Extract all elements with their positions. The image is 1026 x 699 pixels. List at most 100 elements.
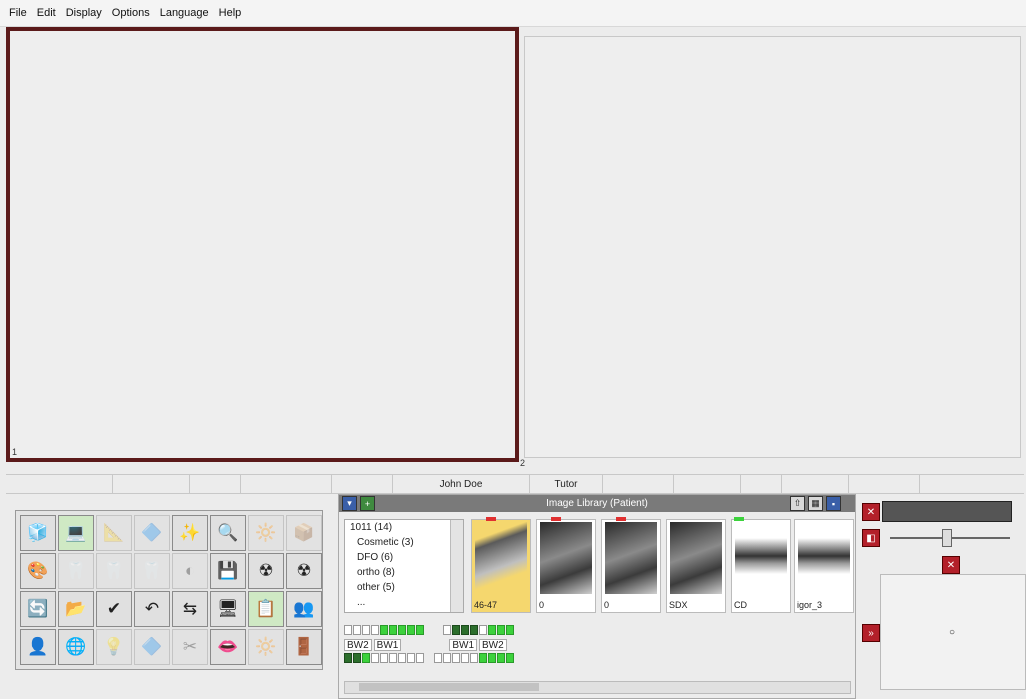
- menu-help[interactable]: Help: [214, 7, 247, 19]
- bite-wing-label: BW1: [449, 639, 478, 651]
- image-thumbnail[interactable]: CD: [731, 517, 791, 613]
- next-icon[interactable]: »: [862, 624, 880, 642]
- users-icon[interactable]: 👥: [286, 591, 322, 627]
- color-icon[interactable]: 🎨: [20, 553, 56, 589]
- status-cell: [782, 475, 849, 493]
- image-thumbnail[interactable]: 0: [536, 517, 596, 613]
- library-add-icon[interactable]: +: [360, 496, 375, 511]
- xray-icon[interactable]: ☢: [248, 553, 284, 589]
- image-thumbnail[interactable]: SDX: [666, 519, 726, 613]
- image-viewer-1[interactable]: 1: [6, 27, 519, 462]
- doctor-name: Tutor: [530, 475, 603, 493]
- xray-image: [670, 522, 722, 594]
- folder-item[interactable]: 1011 (14): [345, 520, 463, 535]
- xray-image: [798, 538, 850, 574]
- brightness-icon[interactable]: 🔆: [248, 515, 284, 551]
- box-icon[interactable]: 📦: [286, 515, 322, 551]
- menu-language[interactable]: Language: [155, 7, 214, 19]
- status-flag: [551, 517, 561, 521]
- library-scrollbar[interactable]: [344, 681, 851, 694]
- bite-wing-label: BW1: [373, 639, 402, 651]
- viewer-number: 2: [520, 458, 526, 468]
- xray-image: [735, 538, 787, 574]
- library-title: Image Library (Patient): [546, 498, 648, 509]
- status-flag: [616, 517, 626, 521]
- status-cell: [332, 475, 393, 493]
- library-grid-icon[interactable]: ▦: [808, 496, 823, 511]
- folder-item[interactable]: ...: [345, 595, 463, 610]
- mouth-icon[interactable]: 👄: [210, 629, 246, 665]
- 3d-view-icon[interactable]: 🧊: [20, 515, 56, 551]
- library-header: ▾ + Image Library (Patient) ⇧ ▦ ▪: [339, 495, 855, 512]
- adjust-icon[interactable]: ◧: [862, 529, 880, 547]
- user-icon[interactable]: 👤: [20, 629, 56, 665]
- thumbnail-caption: 0: [539, 600, 545, 610]
- thumbnail-caption: igor_3: [797, 600, 823, 610]
- folder-item[interactable]: DFO (6): [345, 550, 463, 565]
- status-cell: [6, 475, 113, 493]
- library-toggle-icon[interactable]: ▾: [342, 496, 357, 511]
- image-thumbnail[interactable]: 46-47: [471, 517, 531, 613]
- center-marker-icon: ○: [949, 627, 956, 638]
- menu-options[interactable]: Options: [107, 7, 155, 19]
- monitor-icon[interactable]: 🖥: [210, 591, 246, 627]
- save-icon[interactable]: 💾: [210, 553, 246, 589]
- shape-icon[interactable]: 🔷: [134, 515, 170, 551]
- measure-icon[interactable]: 📐: [96, 515, 132, 551]
- folder-item[interactable]: other (5): [345, 580, 463, 595]
- open-icon[interactable]: 📂: [58, 591, 94, 627]
- brightness-2-icon[interactable]: 🔆: [248, 629, 284, 665]
- status-cell: [241, 475, 332, 493]
- status-flag: [486, 517, 496, 521]
- xray-2-icon[interactable]: ☢: [286, 553, 322, 589]
- menu-display[interactable]: Display: [61, 7, 107, 19]
- library-upload-icon[interactable]: ⇧: [790, 496, 805, 511]
- thumbnail-caption: SDX: [669, 600, 688, 610]
- folder-item[interactable]: ortho (8): [345, 565, 463, 580]
- folder-item[interactable]: Cosmetic (3): [345, 535, 463, 550]
- invert-icon[interactable]: ◐: [172, 553, 208, 589]
- flip-icon[interactable]: ⇆: [172, 591, 208, 627]
- viewer-number: 1: [12, 447, 18, 457]
- acquire-icon[interactable]: 💻: [58, 515, 94, 551]
- dental-chart[interactable]: BW2 BW1 BW1 BW2: [344, 625, 530, 677]
- image-viewer-2[interactable]: [524, 36, 1021, 458]
- clipboard-icon[interactable]: 📋: [248, 591, 284, 627]
- exit-icon[interactable]: 🚪: [286, 629, 322, 665]
- menu-bar: File Edit Display Options Language Help: [0, 0, 1026, 27]
- reset-icon[interactable]: ✕: [862, 503, 880, 521]
- tooth-3-icon[interactable]: 🦷: [134, 553, 170, 589]
- scroll-thumb[interactable]: [359, 683, 539, 691]
- check-icon[interactable]: ✔: [96, 591, 132, 627]
- close-icon[interactable]: ✕: [942, 556, 960, 574]
- xray-image: [540, 522, 592, 594]
- library-close-icon[interactable]: ▪: [826, 496, 841, 511]
- image-thumbnail[interactable]: igor_3: [794, 519, 854, 613]
- tooth-icon[interactable]: 🦷: [58, 553, 94, 589]
- xray-image: [605, 522, 657, 594]
- slider-handle[interactable]: [942, 529, 952, 547]
- status-cell: [190, 475, 241, 493]
- image-library-panel: ▾ + Image Library (Patient) ⇧ ▦ ▪ 1011 (…: [338, 494, 856, 699]
- control-panel: ✕ ◧ ✕ ○ »: [860, 498, 1026, 697]
- shape-2-icon[interactable]: 🔷: [134, 629, 170, 665]
- light-icon[interactable]: 💡: [96, 629, 132, 665]
- status-cell: [849, 475, 920, 493]
- image-thumbnail[interactable]: 0: [601, 517, 661, 613]
- menu-edit[interactable]: Edit: [32, 7, 61, 19]
- thumbnail-caption: 46-47: [474, 600, 498, 610]
- enhance-icon[interactable]: ✨: [172, 515, 208, 551]
- folder-list: 1011 (14) Cosmetic (3) DFO (6) ortho (8)…: [344, 519, 464, 613]
- bite-wing-label: BW2: [344, 639, 372, 651]
- menu-file[interactable]: File: [0, 7, 32, 19]
- rotate-icon[interactable]: 🔄: [20, 591, 56, 627]
- cut-icon[interactable]: ✂: [172, 629, 208, 665]
- xray-image: [475, 522, 527, 594]
- undo-icon[interactable]: ↶: [134, 591, 170, 627]
- status-cell: [674, 475, 741, 493]
- thumbnail-caption: CD: [734, 600, 747, 610]
- zoom-icon[interactable]: 🔍: [210, 515, 246, 551]
- network-icon[interactable]: 🌐: [58, 629, 94, 665]
- folder-scrollbar[interactable]: [450, 520, 463, 612]
- tooth-2-icon[interactable]: 🦷: [96, 553, 132, 589]
